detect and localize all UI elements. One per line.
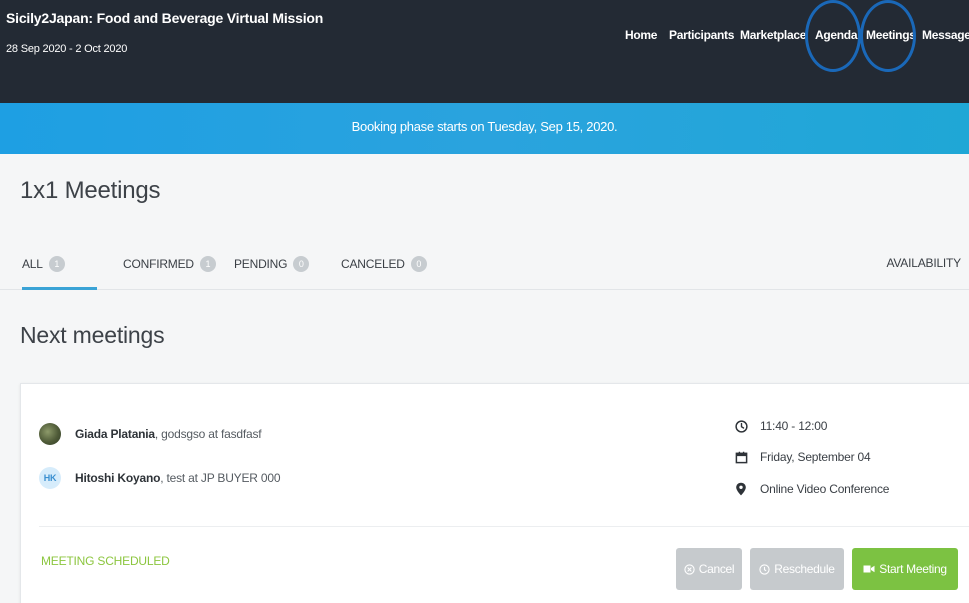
- reschedule-button-label: Reschedule: [774, 562, 835, 576]
- meeting-time-text: 11:40 - 12:00: [760, 419, 828, 433]
- clock-icon: [734, 419, 748, 433]
- cancel-button[interactable]: Cancel: [676, 548, 742, 590]
- nav-meetings[interactable]: Meetings: [866, 28, 916, 42]
- nav-agenda[interactable]: Agenda: [815, 28, 858, 42]
- participant-row: HK Hitoshi Koyano , test at JP BUYER 000: [39, 467, 281, 489]
- tab-all-label: ALL: [22, 257, 43, 271]
- booking-banner: Booking phase starts on Tuesday, Sep 15,…: [0, 103, 969, 154]
- start-meeting-button-label: Start Meeting: [879, 562, 947, 576]
- meeting-card: Giada Platania , godsgso at fasdfasf HK …: [20, 383, 969, 603]
- top-header: Sicily2Japan: Food and Beverage Virtual …: [0, 0, 969, 103]
- participant-name[interactable]: Giada Platania: [75, 427, 155, 441]
- participant-company: , test at JP BUYER 000: [160, 471, 281, 485]
- reschedule-button[interactable]: Reschedule: [750, 548, 844, 590]
- nav-messages[interactable]: Messages: [922, 28, 969, 42]
- clock-icon: [759, 563, 770, 575]
- meeting-location-text: Online Video Conference: [760, 482, 890, 496]
- calendar-icon: [734, 450, 748, 464]
- banner-text: Booking phase starts on Tuesday, Sep 15,…: [351, 119, 618, 134]
- nav-participants[interactable]: Participants: [669, 28, 734, 42]
- cancel-icon: [684, 563, 695, 575]
- meeting-status: MEETING SCHEDULED: [41, 554, 170, 568]
- active-tab-indicator: [22, 287, 97, 290]
- participant-row: Giada Platania , godsgso at fasdfasf: [39, 423, 262, 445]
- tab-pending-label: PENDING: [234, 257, 288, 271]
- tab-confirmed-count: 1: [199, 256, 216, 272]
- meeting-date: Friday, September 04: [734, 450, 871, 464]
- meeting-location: Online Video Conference: [734, 482, 889, 496]
- tab-confirmed-label: CONFIRMED: [123, 257, 194, 271]
- card-divider: [39, 526, 969, 527]
- start-meeting-button[interactable]: Start Meeting: [852, 548, 958, 590]
- participant-name[interactable]: Hitoshi Koyano: [75, 471, 160, 485]
- nav-marketplace[interactable]: Marketplace: [740, 28, 806, 42]
- tab-canceled-label: CANCELED: [341, 257, 405, 271]
- avatar: HK: [39, 467, 61, 489]
- video-camera-icon: [863, 564, 875, 574]
- tab-all-count: 1: [48, 256, 65, 272]
- tab-pending[interactable]: PENDING 0: [234, 256, 310, 272]
- nav-home[interactable]: Home: [625, 28, 657, 42]
- tab-all[interactable]: ALL 1: [22, 256, 65, 272]
- tab-canceled[interactable]: CANCELED 0: [341, 256, 427, 272]
- meeting-date-text: Friday, September 04: [760, 450, 871, 464]
- main-nav: Home Participants Marketplace Agenda Mee…: [0, 0, 969, 72]
- page-title: 1x1 Meetings: [20, 177, 161, 204]
- section-title: Next meetings: [20, 322, 165, 348]
- location-pin-icon: [734, 482, 748, 496]
- tab-pending-count: 0: [293, 256, 310, 272]
- avatar: [39, 423, 61, 445]
- tab-canceled-count: 0: [410, 256, 427, 272]
- tab-availability[interactable]: AVAILABILITY: [886, 256, 961, 270]
- meeting-tabs: ALL 1 CONFIRMED 1 PENDING 0 CANCELED 0 A…: [0, 244, 969, 290]
- cancel-button-label: Cancel: [698, 562, 735, 576]
- participant-company: , godsgso at fasdfasf: [154, 427, 262, 441]
- meeting-time: 11:40 - 12:00: [734, 419, 827, 433]
- tab-confirmed[interactable]: CONFIRMED 1: [123, 256, 216, 272]
